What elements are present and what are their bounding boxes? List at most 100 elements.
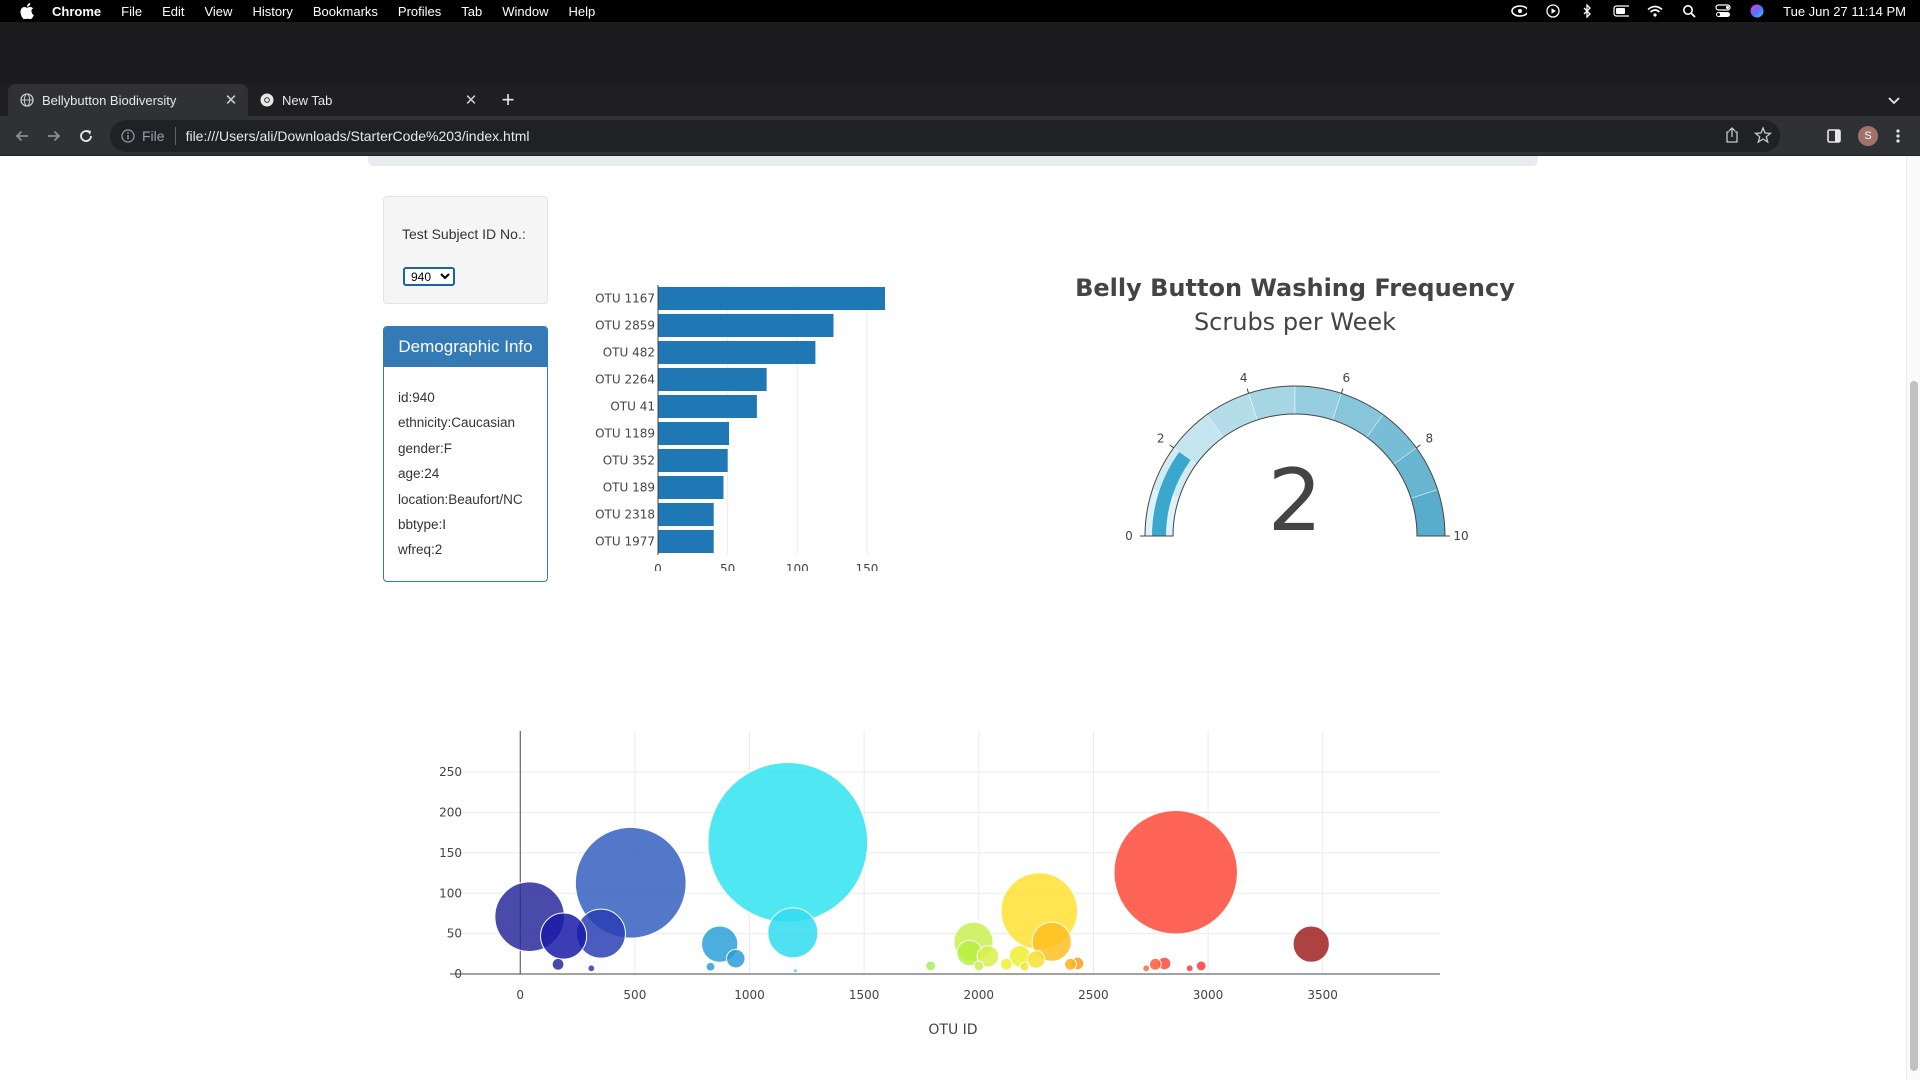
demographic-info-heading: Demographic Info [384,327,547,367]
info-icon[interactable] [120,128,136,144]
bubble-x-axis-title: OTU ID [928,1022,977,1038]
bubble [792,968,798,974]
menu-view[interactable]: View [204,4,232,19]
browser-toolbar: File file:///Users/ali/Downloads/Starter… [0,116,1920,156]
bar [658,368,767,391]
bubble [1113,810,1238,935]
creative-cloud-icon[interactable] [1511,4,1528,18]
demographic-info-panel: Demographic Info id:940 ethnicity:Caucas… [383,326,548,582]
profile-avatar[interactable]: S [1858,126,1878,146]
menu-tab[interactable]: Tab [461,4,482,19]
address-divider [174,127,176,145]
bubble-y-tick-label: 100 [439,886,462,900]
menu-profiles[interactable]: Profiles [398,4,441,19]
play-icon[interactable] [1545,4,1561,18]
page-content: Test Subject ID No.: 940 Demographic Inf… [0,156,1906,1080]
bubble [1148,957,1162,971]
menu-bookmarks[interactable]: Bookmarks [313,4,378,19]
wifi-icon[interactable] [1647,4,1663,18]
bubble [540,912,588,960]
forward-arrow-icon[interactable] [44,126,64,146]
tab-title: New Tab [282,92,333,108]
bookmark-star-icon[interactable] [1753,126,1773,147]
new-tab-button[interactable]: + [498,89,518,111]
bubble [1195,960,1207,972]
menu-help[interactable]: Help [569,4,596,19]
scrollbar-thumb[interactable] [1910,381,1918,1071]
bar-x-tick-label: 50 [720,562,735,571]
bar [658,395,757,418]
metadata-row: gender:F [398,440,453,456]
gauge-tick-label: 10 [1453,529,1468,543]
subject-selector-well: Test Subject ID No.: 940 [383,196,548,304]
menu-edit[interactable]: Edit [162,4,184,19]
bar-category-label: OTU 1167 [595,292,655,306]
tab-search-chevron-icon[interactable] [1886,92,1902,108]
bubble [1185,964,1194,973]
sample-metadata: id:940 ethnicity:Caucasian gender:F age:… [384,367,547,563]
bubble [551,957,565,971]
subject-id-label: Test Subject ID No.: [402,226,526,242]
url-scheme-label: File [142,128,165,144]
bubble [725,948,746,969]
menu-app-name[interactable]: Chrome [52,4,101,19]
bubble [1064,957,1077,971]
gauge-tick [1416,444,1421,449]
bubble [1026,950,1046,969]
apple-icon[interactable] [18,2,36,20]
bar [658,530,714,553]
subject-id-select[interactable]: 940 [403,267,455,286]
bubble [587,964,596,973]
back-arrow-icon[interactable] [12,126,32,146]
bar-x-tick-label: 150 [855,562,878,571]
tab-new-tab[interactable]: New Tab ✕ [248,84,488,116]
bubble-y-tick-label: 0 [454,967,462,981]
bubble [705,961,716,972]
menu-history[interactable]: History [252,4,292,19]
washing-frequency-gauge: 0 2 4 6 8 10 2 [1125,371,1468,551]
kebab-menu-icon[interactable] [1888,126,1908,146]
gauge-tick-label: 6 [1342,371,1350,385]
spotlight-search-icon[interactable] [1681,4,1697,18]
bar [658,341,816,364]
bar [658,476,724,499]
menubar-clock[interactable]: Tue Jun 27 11:14 PM [1783,4,1906,19]
gauge-tick-label: 2 [1157,431,1165,445]
metadata-row: id:940 [398,390,435,405]
bar-category-label: OTU 2859 [595,319,655,333]
gauge-tick-label: 4 [1240,371,1248,385]
gauge-value-number: 2 [1268,451,1323,551]
bubble-x-tick-label: 2000 [964,988,995,1002]
control-center-icon[interactable] [1715,4,1731,18]
page-scrollbar[interactable] [1906,156,1920,1080]
bubble-x-tick-label: 0 [516,988,524,1002]
bar [658,287,886,310]
bubble [1019,961,1030,972]
gauge-title: Belly Button Washing Frequency [1075,274,1515,302]
address-bar[interactable]: File file:///Users/ali/Downloads/Starter… [110,120,1780,152]
gauge-tick [1246,388,1250,394]
bar-category-label: OTU 189 [603,481,655,495]
battery-icon[interactable] [1613,4,1630,18]
gauge-tick-label: 0 [1125,529,1133,543]
bubble-x-tick-label: 1500 [849,988,880,1002]
top-ten-otu-bar-chart: OTU 1167 OTU 2859 OTU 482 OTU 2264 OTU 41 OTU… [595,285,886,571]
siri-icon[interactable] [1749,4,1765,18]
share-icon[interactable] [1724,126,1740,147]
bubble-y-tick-label: 250 [439,765,462,779]
bubble-y-tick-label: 200 [439,806,462,820]
reload-icon[interactable] [76,126,96,146]
bluetooth-icon[interactable] [1579,4,1595,18]
url-text[interactable]: file:///Users/ali/Downloads/StarterCode%… [186,128,530,144]
close-tab-icon[interactable]: ✕ [462,91,480,109]
bubble-x-tick-label: 500 [623,988,646,1002]
bar-category-label: OTU 41 [610,400,655,414]
bubble [973,960,985,972]
menu-window[interactable]: Window [502,4,548,19]
close-tab-icon[interactable]: ✕ [222,91,240,109]
side-panel-icon[interactable] [1824,126,1844,146]
tab-bellybutton-biodiversity[interactable]: Bellybutton Biodiversity ✕ [8,84,248,116]
menu-file[interactable]: File [121,4,142,19]
bar-category-label: OTU 482 [603,346,655,360]
gauge-subtitle: Scrubs per Week [1193,308,1397,336]
